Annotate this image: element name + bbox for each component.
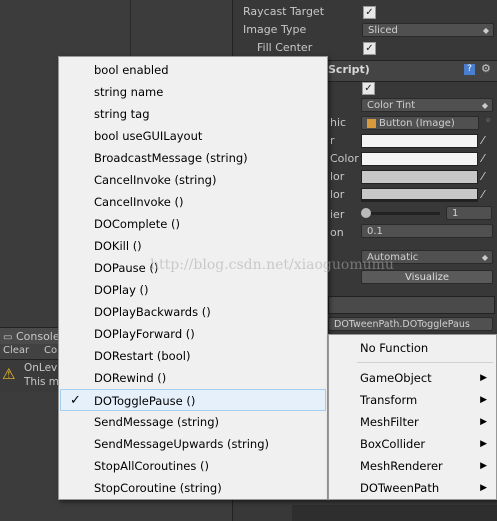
checkmark-icon: ✓ [70, 393, 81, 408]
submenu-item-transform[interactable]: Transform ▶ [330, 389, 495, 411]
submenu-item-meshrenderer[interactable]: MeshRenderer ▶ [330, 455, 495, 477]
menu-item[interactable]: string name [60, 81, 326, 103]
eyedropper-icon[interactable]: ⁄ [482, 171, 492, 183]
eyedropper-icon[interactable]: ⁄ [482, 153, 492, 165]
dropdown-arrow-icon: ◆ [482, 26, 489, 35]
menu-item[interactable]: DOPlayBackwards () [60, 301, 326, 323]
highlighted-color-label: Color [330, 152, 359, 165]
normal-color-label: r [330, 134, 335, 147]
menu-item[interactable]: CancelInvoke (string) [60, 169, 326, 191]
submenu-item-meshfilter[interactable]: MeshFilter ▶ [330, 411, 495, 433]
watermark-text: http://blog.csdn.net/xiaoguomumu [150, 257, 394, 273]
disabled-color-swatch[interactable] [361, 188, 478, 202]
menu-item[interactable]: bool useGUILayout [60, 125, 326, 147]
submenu-label: MeshFilter [360, 415, 419, 429]
submenu-item-boxcollider[interactable]: BoxCollider ▶ [330, 433, 495, 455]
component-submenu: No Function GameObject ▶ Transform ▶ MeshF… [328, 334, 497, 500]
submenu-item-gameobject[interactable]: GameObject ▶ [330, 367, 495, 389]
menu-item[interactable]: DOPlayForward () [60, 323, 326, 345]
onclick-header [328, 296, 495, 314]
menu-item[interactable]: DORewind () [60, 367, 326, 389]
event-function-dropdown[interactable]: DOTweenPath.DOTogglePaus [328, 317, 493, 331]
eyedropper-icon[interactable]: ⁄ [482, 135, 492, 147]
console-msg-line2: This m [24, 376, 60, 388]
dropdown-arrow-icon: ◆ [481, 101, 488, 110]
highlighted-color-swatch[interactable] [361, 152, 478, 166]
menu-item[interactable]: SendMessageUpwards (string) [60, 433, 326, 455]
submenu-label: GameObject [360, 371, 432, 385]
pressed-color-label: lor [330, 170, 345, 183]
raycast-target-label: Raycast Target [243, 5, 325, 18]
multiplier-slider-handle[interactable] [361, 208, 371, 218]
console-tab-label: Console [15, 330, 60, 343]
console-icon: ▭ [3, 332, 13, 343]
component-title: Script) [328, 63, 370, 76]
console-message[interactable]: ⚠ OnLev This m [0, 360, 60, 392]
event-function-value: DOTweenPath.DOTogglePaus [334, 319, 470, 330]
multiplier-slider-track[interactable] [365, 212, 440, 215]
submenu-label: BoxCollider [360, 437, 426, 451]
menu-item[interactable]: CancelInvoke () [60, 191, 326, 213]
console-toolbar: Clear Co [0, 344, 60, 360]
image-type-value: Sliced [368, 25, 398, 36]
transition-value: Color Tint [367, 100, 416, 111]
target-graphic-label: hic [330, 116, 347, 129]
bottom-strip [292, 505, 497, 521]
submenu-arrow-icon: ▶ [480, 373, 487, 383]
menu-item-label: DOTogglePause () [94, 394, 196, 408]
fade-duration-value: 0.1 [367, 226, 383, 237]
visualize-label: Visualize [404, 272, 450, 283]
menu-separator [357, 362, 493, 363]
dropdown-arrow-icon: ◆ [481, 253, 488, 262]
eyedropper-icon[interactable]: ⁄ [482, 189, 492, 201]
console-msg-line1: OnLev [24, 362, 58, 374]
disabled-color-label: lor [330, 188, 345, 201]
menu-item[interactable]: DOKill () [60, 235, 326, 257]
target-graphic-value: Button (Image) [379, 118, 455, 129]
color-multiplier-label: ier [330, 208, 345, 221]
multiplier-field[interactable]: 1 [446, 206, 492, 220]
interactable-checkbox[interactable]: ✓ [362, 82, 375, 95]
warning-icon: ⚠ [2, 365, 16, 383]
image-type-label: Image Type [243, 23, 307, 36]
clear-button[interactable]: Clear [3, 345, 29, 356]
menu-item[interactable]: SendMessage (string) [60, 411, 326, 433]
image-type-dropdown[interactable]: Sliced ◆ [362, 23, 494, 37]
submenu-arrow-icon: ▶ [480, 395, 487, 405]
menu-item[interactable]: StopCoroutine (string) [60, 477, 326, 499]
submenu-label: MeshRenderer [360, 459, 443, 473]
menu-item[interactable]: StopAllCoroutines () [60, 455, 326, 477]
fade-duration-field[interactable]: 0.1 [361, 224, 493, 238]
pressed-color-swatch[interactable] [361, 170, 478, 184]
transition-dropdown[interactable]: Color Tint ◆ [361, 98, 493, 112]
menu-item[interactable]: bool enabled [60, 59, 326, 81]
normal-color-swatch[interactable] [361, 134, 478, 148]
gear-icon[interactable]: ⚙ [481, 62, 491, 75]
submenu-label: Transform [360, 393, 418, 407]
submenu-label: DOTweenPath [360, 481, 440, 495]
object-picker-icon[interactable]: ◦ [485, 114, 492, 127]
image-icon [367, 118, 376, 128]
submenu-arrow-icon: ▶ [480, 417, 487, 427]
menu-item[interactable]: DOComplete () [60, 213, 326, 235]
fill-center-checkbox[interactable]: ✓ [363, 42, 376, 55]
target-graphic-field[interactable]: Button (Image) [361, 116, 479, 130]
help-icon[interactable]: ? [464, 64, 475, 75]
submenu-item-no-function[interactable]: No Function [330, 337, 495, 359]
function-context-menu: bool enabled string name string tag bool… [58, 56, 328, 500]
fade-duration-label: on [330, 226, 344, 239]
submenu-arrow-icon: ▶ [480, 461, 487, 471]
menu-item[interactable]: DOPlay () [60, 279, 326, 301]
multiplier-value: 1 [452, 208, 459, 219]
collapse-button[interactable]: Co [44, 345, 57, 356]
fill-center-label: Fill Center [257, 41, 313, 54]
menu-item[interactable]: BroadcastMessage (string) [60, 147, 326, 169]
submenu-arrow-icon: ▶ [480, 483, 487, 493]
submenu-arrow-icon: ▶ [480, 439, 487, 449]
menu-item[interactable]: string tag [60, 103, 326, 125]
submenu-item-dotweenpath[interactable]: DOTweenPath ▶ [330, 477, 495, 499]
menu-item-selected[interactable]: ✓ DOTogglePause () [60, 389, 326, 411]
menu-item[interactable]: DORestart (bool) [60, 345, 326, 367]
raycast-target-checkbox[interactable]: ✓ [363, 6, 376, 19]
